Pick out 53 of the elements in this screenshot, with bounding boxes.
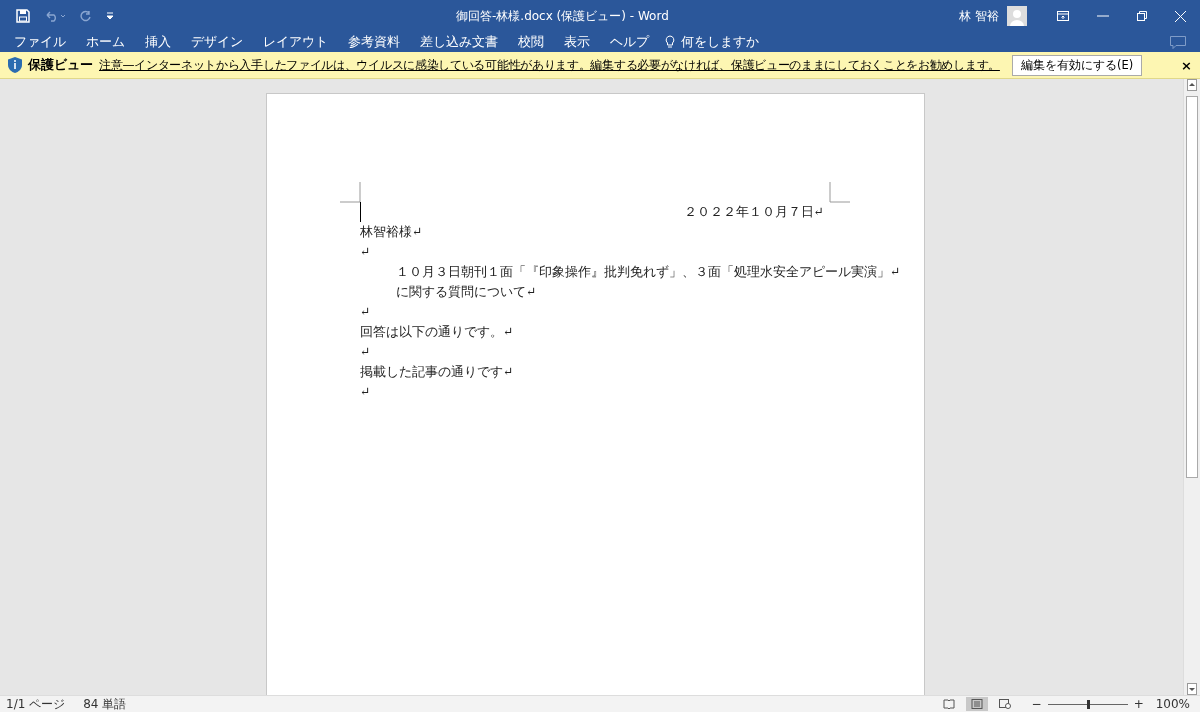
- enable-editing-button[interactable]: 編集を有効にする(E): [1011, 54, 1143, 76]
- protected-view-label: 保護ビュー: [28, 56, 93, 74]
- shield-icon: [8, 57, 22, 73]
- zoom-out-button[interactable]: −: [1031, 697, 1042, 711]
- ribbon-tab[interactable]: ヘルプ: [600, 32, 659, 52]
- zoom-in-button[interactable]: +: [1133, 697, 1144, 711]
- close-icon[interactable]: [1175, 10, 1186, 22]
- lightbulb-icon[interactable]: [665, 35, 675, 49]
- zoom-level[interactable]: 100%: [1155, 697, 1190, 711]
- paragraph-text: ↵: [360, 244, 371, 259]
- scroll-up-icon[interactable]: [1187, 79, 1197, 91]
- page-count[interactable]: 1/1 ページ: [6, 695, 66, 712]
- view-button[interactable]: [965, 697, 988, 711]
- corner-mark: [340, 182, 361, 203]
- tell-me-field[interactable]: 何をしますか: [681, 33, 759, 51]
- ribbon-tab[interactable]: デザイン: [181, 32, 253, 52]
- word-count[interactable]: 84 単語: [83, 695, 127, 712]
- undo-icon[interactable]: [44, 10, 66, 22]
- save-icon[interactable]: [16, 9, 30, 23]
- ribbon-display-icon[interactable]: [1057, 11, 1069, 21]
- ribbon-tab[interactable]: レイアウト: [253, 32, 338, 52]
- paragraph-text: に関する質問について↵: [396, 284, 537, 299]
- warning-link[interactable]: 注意—インターネットから入手したファイルは、ウイルスに感染している可能性があります。編集する必要がなければ、保護ビューのままにしておくことをお勧めします。: [99, 56, 1000, 74]
- user-name[interactable]: 林 智裕: [959, 7, 999, 25]
- web-page-icon: [998, 699, 1011, 709]
- paragraph-text: ２０２２年１０月７日↵: [683, 204, 824, 219]
- text-cursor: [360, 202, 361, 222]
- paragraph-text: 林智裕様↵: [360, 224, 423, 239]
- ribbon-tab[interactable]: ホーム: [76, 32, 135, 52]
- scrollbar-thumb[interactable]: [1186, 96, 1198, 478]
- paragraph-text: １０月３日朝刊１面「『印象操作』批判免れず」、３面「処理水安全アピール実演」↵: [396, 264, 901, 279]
- close-bar-button[interactable]: ×: [1181, 57, 1192, 73]
- zoom-thumb[interactable]: [1086, 699, 1090, 709]
- book-icon: [942, 699, 955, 709]
- comment-icon[interactable]: [1170, 35, 1186, 49]
- paragraph-text: ↵: [360, 344, 371, 359]
- window-title: 御回答-林様.docx (保護ビュー) - Word: [456, 7, 670, 25]
- redo-icon[interactable]: [80, 10, 92, 22]
- restore-icon[interactable]: [1137, 11, 1147, 21]
- ribbon-tab[interactable]: 表示: [554, 32, 600, 52]
- page-icon: [970, 699, 983, 709]
- paragraph-text: ↵: [360, 384, 371, 399]
- paragraph-text: ↵: [360, 304, 371, 319]
- ribbon-tab[interactable]: 挿入: [135, 32, 181, 52]
- ribbon-tab[interactable]: 校閲: [508, 32, 554, 52]
- customize-icon[interactable]: [106, 12, 114, 20]
- ribbon-tab[interactable]: ファイル: [4, 32, 76, 52]
- paragraph-text: 掲載した記事の通りです↵: [360, 364, 514, 379]
- paragraph-text: 回答は以下の通りです。↵: [360, 324, 514, 339]
- ribbon-tab[interactable]: 差し込み文書: [410, 32, 508, 52]
- ribbon-tab[interactable]: 参考資料: [338, 32, 410, 52]
- corner-mark: [829, 182, 850, 203]
- scroll-down-icon[interactable]: [1187, 683, 1197, 695]
